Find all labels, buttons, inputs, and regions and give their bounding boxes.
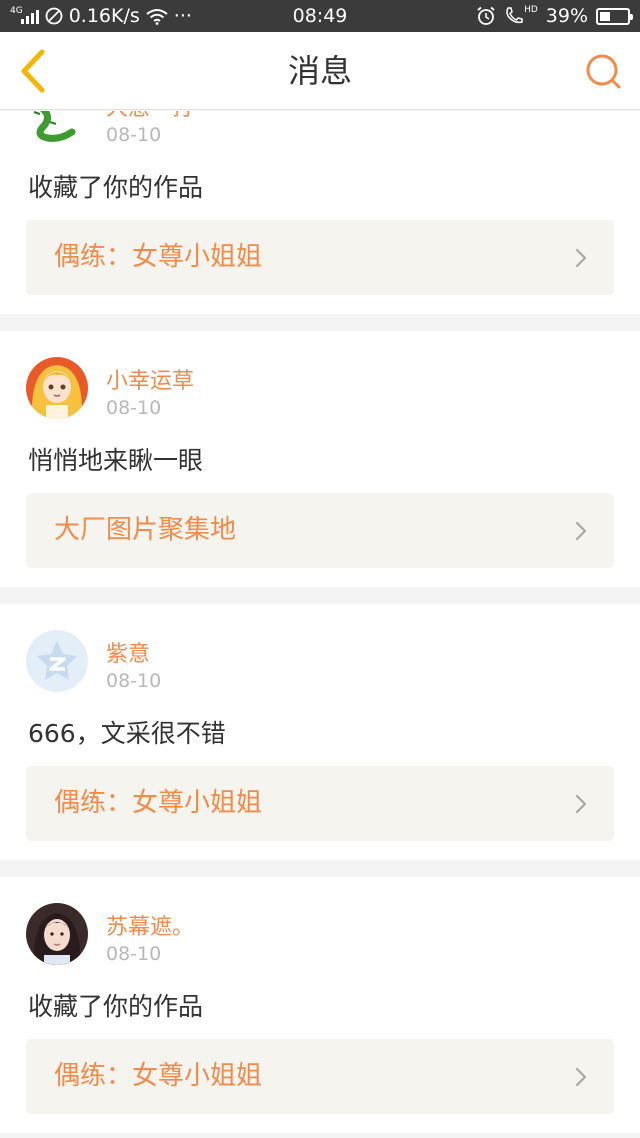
message-text: 收藏了你的作品 (28, 173, 204, 202)
more-notifications: ··· (173, 5, 192, 27)
work-link-title: 偶练：女尊小姐姐 (54, 242, 263, 272)
message-card: 苏幕遮。 08-10 收藏了你的作品 偶练：女尊小姐姐 (0, 877, 640, 1133)
message-card: 紫意 08-10 666，文采很不错 偶练：女尊小姐姐 (0, 604, 640, 860)
alarm-icon (476, 6, 496, 26)
battery-icon (596, 7, 633, 25)
chevron-right-icon (575, 521, 587, 541)
timestamp: 08-10 (106, 397, 162, 419)
avatar[interactable] (26, 903, 88, 965)
message-list: 大葱一打 08-10 收藏了你的作品 偶练：女尊小姐姐 (0, 111, 640, 1138)
message-card: 大葱一打 08-10 收藏了你的作品 偶练：女尊小姐姐 (0, 111, 640, 314)
timestamp: 08-10 (106, 670, 162, 692)
timestamp: 08-10 (106, 124, 162, 146)
message-text: 666，文采很不错 (28, 719, 226, 748)
work-link[interactable]: 偶练：女尊小姐姐 (26, 220, 614, 295)
avatar[interactable] (26, 111, 88, 146)
wifi-icon (146, 8, 168, 25)
status-bar: 4G 0.16K/s ··· 08:49 HD 39% (0, 0, 640, 32)
user-name[interactable]: 小幸运草 (106, 363, 194, 395)
user-name[interactable]: 苏幕遮。 (106, 909, 194, 941)
message-text: 悄悄地来瞅一眼 (28, 446, 204, 475)
page-title: 消息 (287, 52, 352, 90)
photo-avatar-icon (26, 903, 88, 965)
qzone-avatar-icon (26, 630, 88, 692)
message-list-viewport[interactable]: 大葱一打 08-10 收藏了你的作品 偶练：女尊小姐姐 (0, 111, 640, 1138)
chevron-right-icon (575, 248, 587, 268)
avatar[interactable] (26, 357, 88, 419)
timestamp: 08-10 (106, 943, 162, 965)
work-link-title: 偶练：女尊小姐姐 (54, 1061, 263, 1091)
cellular-signal-icon: 4G (10, 5, 39, 24)
search-icon (586, 54, 621, 89)
do-not-disturb-icon (45, 7, 63, 25)
work-link[interactable]: 偶练：女尊小姐姐 (26, 766, 614, 841)
battery-percent: 39% (545, 5, 588, 27)
work-link-title: 偶练：女尊小姐姐 (54, 788, 263, 818)
message-text: 收藏了你的作品 (28, 992, 204, 1021)
avatar[interactable] (26, 630, 88, 692)
network-type: 4G (10, 5, 23, 16)
chevron-right-icon (575, 794, 587, 814)
search-button[interactable] (584, 52, 624, 92)
message-card: 小幸运草 08-10 悄悄地来瞅一眼 大厂图片聚集地 (0, 331, 640, 587)
user-name[interactable]: 大葱一打 (106, 111, 194, 122)
user-name[interactable]: 紫意 (106, 636, 150, 668)
work-link-title: 大厂图片聚集地 (54, 515, 237, 545)
work-link[interactable]: 大厂图片聚集地 (26, 493, 614, 568)
hd-label: HD (524, 5, 538, 15)
snake-avatar-icon (26, 111, 88, 146)
hd-call-icon: HD (504, 5, 538, 26)
clock: 08:49 (292, 5, 348, 27)
anime-girl-avatar-icon (26, 357, 88, 419)
work-link[interactable]: 偶练：女尊小姐姐 (26, 1039, 614, 1114)
nav-bar: 消息 (0, 32, 640, 110)
chevron-right-icon (575, 1067, 587, 1087)
network-speed: 0.16K/s (68, 5, 140, 27)
